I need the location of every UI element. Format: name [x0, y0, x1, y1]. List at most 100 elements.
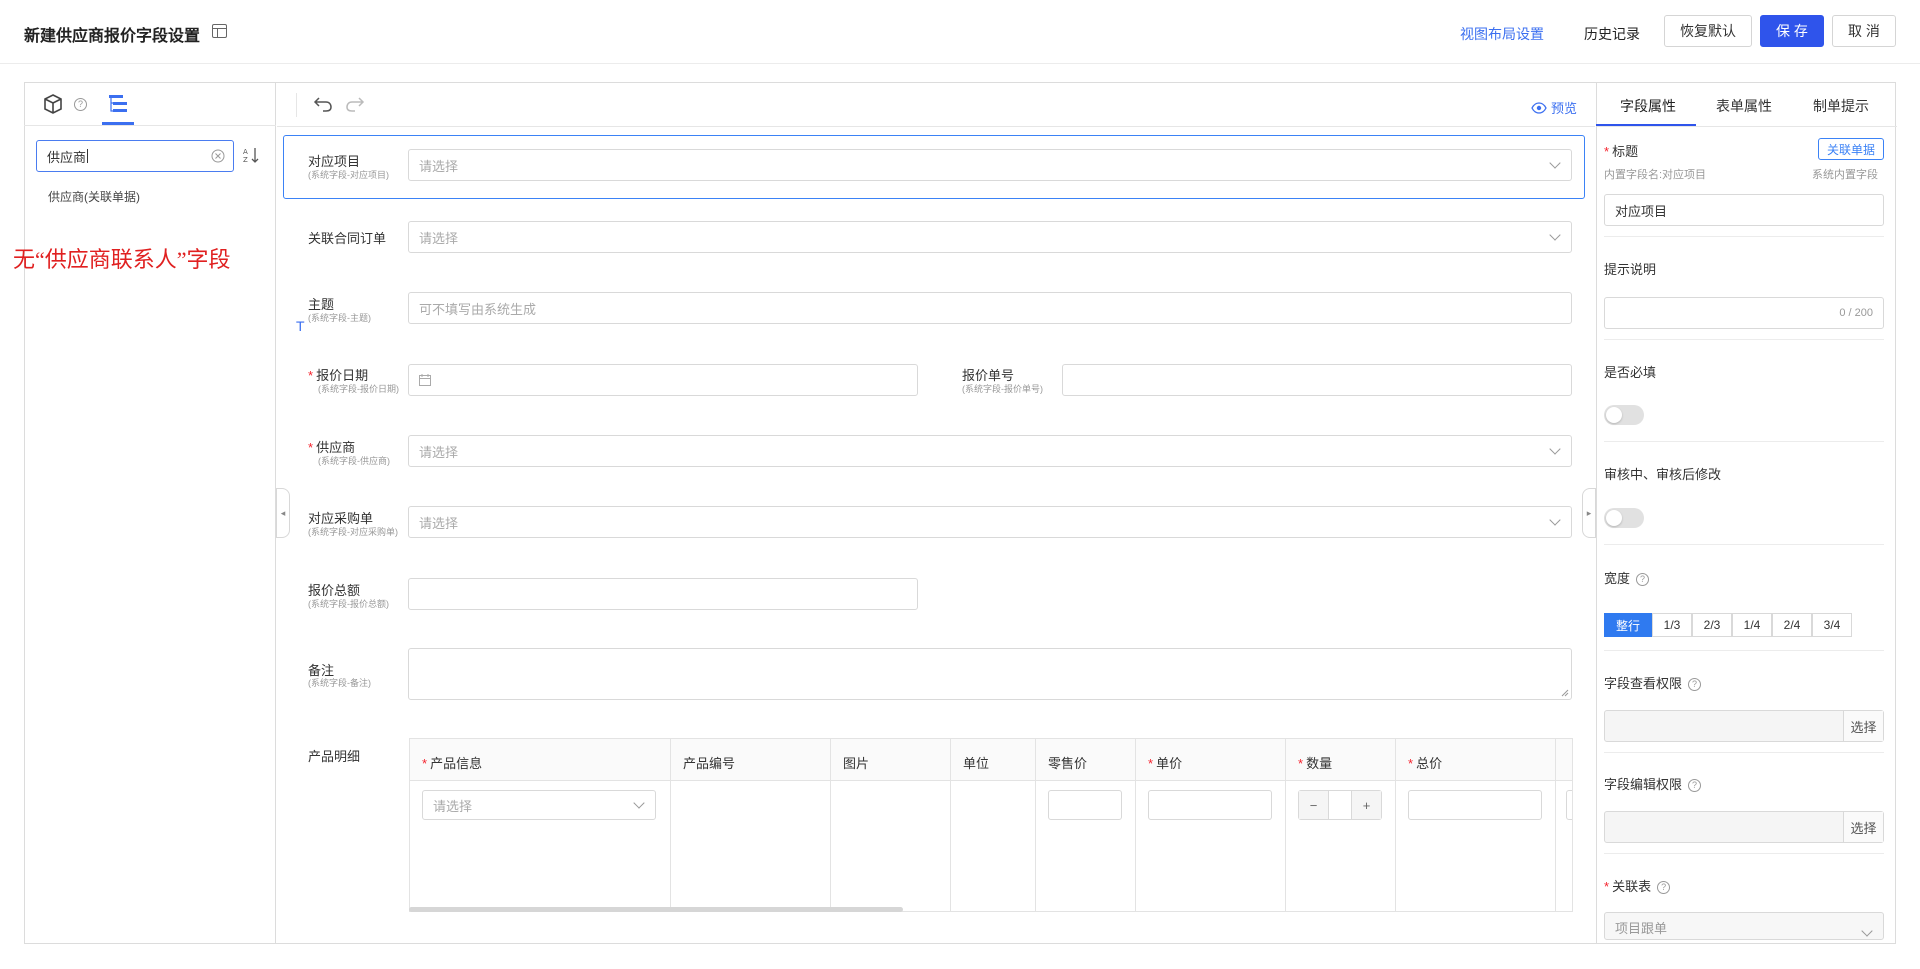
- unit-price-input[interactable]: [1148, 790, 1272, 820]
- related-table-select[interactable]: 项目跟单: [1604, 912, 1884, 940]
- related-table-value: 项目跟单: [1615, 921, 1668, 936]
- quantity-stepper[interactable]: − +: [1298, 790, 1382, 820]
- chevron-down-icon: [1549, 514, 1561, 526]
- builtin-field-name: 内置字段名:对应项目: [1604, 169, 1707, 181]
- edit-permission-label-text: 字段编辑权限: [1604, 777, 1683, 792]
- field-sub-quote-date: (系统字段-报价日期): [318, 384, 399, 394]
- divider: [1604, 544, 1884, 545]
- select-purchase-order[interactable]: 请选择: [408, 506, 1572, 538]
- chevron-down-icon: [1549, 443, 1561, 455]
- help-icon[interactable]: ?: [1657, 881, 1671, 895]
- quote-date-label-text: 报价日期: [316, 368, 369, 383]
- column-header-quantity: * 数量: [1298, 753, 1332, 772]
- preview-label: 预览: [1551, 101, 1578, 116]
- chevron-down-icon: [633, 797, 645, 809]
- product-select[interactable]: 请选择: [422, 790, 656, 820]
- undo-icon[interactable]: [313, 95, 333, 113]
- select-supplier[interactable]: 请选择: [408, 435, 1572, 467]
- annotation-note: 无“供应商联系人”字段: [13, 247, 231, 272]
- cube-icon[interactable]: [44, 94, 62, 114]
- required-toggle[interactable]: [1604, 405, 1644, 425]
- tab-form-hints[interactable]: 制单提示: [1813, 96, 1869, 116]
- search-result-item[interactable]: 供应商(关联单据): [48, 188, 140, 205]
- field-label-contract: 关联合同订单: [308, 231, 387, 246]
- help-icon[interactable]: ?: [74, 98, 87, 111]
- retail-price-input[interactable]: [1048, 790, 1122, 820]
- column-header-total-price: * 总价: [1408, 753, 1442, 772]
- width-option-1-4[interactable]: 1/4: [1732, 613, 1772, 637]
- required-mark: *: [1298, 756, 1304, 771]
- field-search-input[interactable]: 供应商: [36, 140, 234, 172]
- audit-edit-toggle[interactable]: [1604, 508, 1644, 528]
- quantity-minus-button[interactable]: −: [1299, 791, 1329, 819]
- width-option-2-3[interactable]: 2/3: [1692, 613, 1732, 637]
- active-tab-underline: [1596, 124, 1696, 126]
- next-column-input[interactable]: [1566, 790, 1572, 820]
- calendar-icon: [419, 374, 431, 386]
- tab-field-properties[interactable]: 字段属性: [1620, 96, 1676, 116]
- quote-no-input[interactable]: [1062, 364, 1572, 396]
- cancel-button[interactable]: 取 消: [1832, 15, 1896, 47]
- view-permission-label-text: 字段查看权限: [1604, 676, 1683, 691]
- tree-icon[interactable]: [108, 94, 130, 114]
- product-detail-table: * 产品信息 产品编号 图片 单位 零售价 * 单价 * 数量 * 总价 请选择 − +: [409, 738, 1573, 912]
- select-project[interactable]: 请选择: [408, 149, 1572, 181]
- quote-date-picker[interactable]: [408, 364, 918, 396]
- save-button[interactable]: 保 存: [1760, 15, 1824, 47]
- width-option-2-4[interactable]: 2/4: [1772, 613, 1812, 637]
- chevron-down-icon: [1861, 925, 1873, 937]
- sort-icon[interactable]: A Z: [242, 146, 260, 164]
- field-sub-purchase-order: (系统字段-对应采购单): [308, 527, 398, 537]
- subject-input[interactable]: 可不填写由系统生成: [408, 292, 1572, 324]
- clear-icon[interactable]: [211, 149, 225, 163]
- product-select-placeholder: 请选择: [433, 798, 473, 814]
- collapse-right-handle[interactable]: ▸: [1582, 488, 1596, 538]
- table-horizontal-scrollbar[interactable]: [409, 907, 903, 912]
- edit-permission-field: 选择: [1604, 811, 1884, 843]
- quantity-value: [1329, 791, 1351, 819]
- view-permission-field: 选择: [1604, 710, 1884, 742]
- resize-handle-icon[interactable]: [1561, 689, 1569, 697]
- redo-icon[interactable]: [345, 95, 365, 113]
- related-document-button[interactable]: 关联单据: [1818, 138, 1884, 160]
- remark-textarea[interactable]: [408, 648, 1572, 700]
- help-icon[interactable]: ?: [1688, 779, 1702, 793]
- preview-button[interactable]: 预览: [1531, 98, 1577, 117]
- column-header-unit: 单位: [963, 756, 990, 771]
- edit-permission-pick-button[interactable]: 选择: [1843, 812, 1883, 842]
- view-permission-pick-button[interactable]: 选择: [1843, 711, 1883, 741]
- related-table-label: * 关联表?: [1604, 876, 1671, 895]
- help-icon[interactable]: ?: [1688, 678, 1702, 692]
- width-option-full[interactable]: 整行: [1604, 613, 1652, 637]
- required-toggle-label: 是否必填: [1604, 365, 1657, 380]
- width-option-1-3[interactable]: 1/3: [1652, 613, 1692, 637]
- restore-default-button[interactable]: 恢复默认: [1664, 15, 1752, 47]
- collapse-left-handle[interactable]: ◂: [276, 488, 290, 538]
- history-link[interactable]: 历史记录: [1584, 24, 1640, 44]
- field-sub-remark: (系统字段-备注): [308, 678, 371, 688]
- tab-form-properties[interactable]: 表单属性: [1716, 96, 1772, 116]
- total-input[interactable]: [408, 578, 918, 610]
- select-project-placeholder: 请选择: [419, 158, 459, 174]
- view-layout-link[interactable]: 视图布局设置: [1460, 24, 1544, 44]
- select-contract[interactable]: 请选择: [408, 221, 1572, 253]
- svg-text:A: A: [243, 148, 248, 156]
- help-icon[interactable]: ?: [1636, 573, 1650, 587]
- field-sub-subject: (系统字段-主题): [308, 313, 371, 323]
- width-option-3-4[interactable]: 3/4: [1812, 613, 1852, 637]
- required-mark: *: [308, 440, 314, 455]
- field-sub-project: (系统字段-对应项目): [308, 170, 389, 180]
- text-tool-icon[interactable]: T: [296, 318, 305, 334]
- title-input[interactable]: 对应项目: [1604, 194, 1884, 226]
- total-price-input[interactable]: [1408, 790, 1542, 820]
- supplier-label-text: 供应商: [316, 440, 356, 455]
- svg-text:Z: Z: [243, 156, 248, 164]
- tabs-divider: [1597, 126, 1897, 127]
- width-label-text: 宽度: [1604, 571, 1631, 586]
- quantity-plus-button[interactable]: +: [1351, 791, 1381, 819]
- toolbar-divider: [296, 93, 297, 117]
- hint-label: 提示说明: [1604, 262, 1657, 277]
- hint-input[interactable]: 0 / 200: [1604, 297, 1884, 329]
- layout-icon[interactable]: [212, 24, 227, 38]
- field-sub-supplier: (系统字段-供应商): [318, 456, 390, 466]
